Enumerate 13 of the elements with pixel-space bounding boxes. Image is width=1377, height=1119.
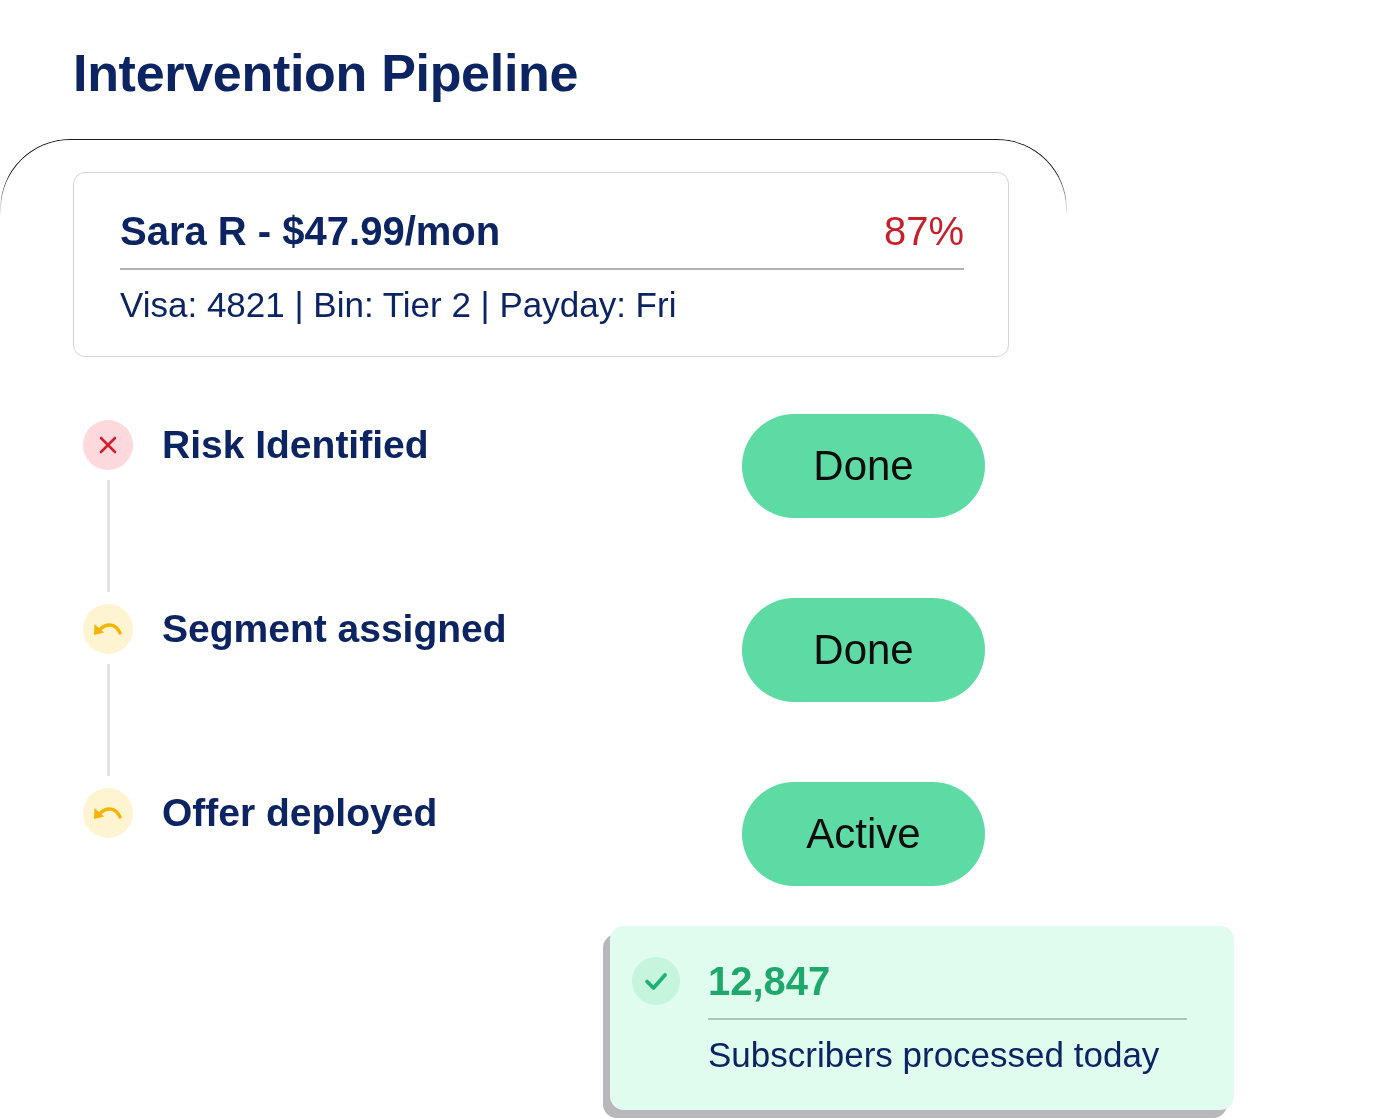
status-pill: Active <box>742 782 985 886</box>
check-icon <box>632 957 680 1005</box>
page-title: Intervention Pipeline <box>73 43 579 104</box>
step-label: Offer deployed <box>162 790 438 836</box>
step-label: Risk Identified <box>162 422 429 468</box>
customer-details: Visa: 4821 | Bin: Tier 2 | Payday: Fri <box>120 284 677 326</box>
step-label: Segment assigned <box>162 606 507 652</box>
customer-name: Sara R - $47.99/mon <box>120 208 501 255</box>
status-pill: Done <box>742 414 985 518</box>
status-pill: Done <box>742 598 985 702</box>
processed-caption: Subscribers processed today <box>708 1033 1160 1076</box>
processed-count: 12,847 <box>708 958 831 1005</box>
risk-score: 87% <box>883 208 964 255</box>
